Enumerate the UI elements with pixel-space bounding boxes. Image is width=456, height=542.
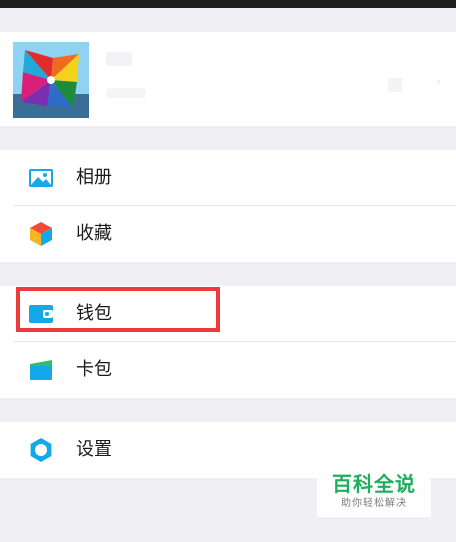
favorites-cube-icon <box>28 221 54 247</box>
menu-item-label: 卡包 <box>76 359 112 380</box>
profile-id-placeholder <box>106 88 146 98</box>
menu-item-label: 钱包 <box>76 303 112 324</box>
qr-code-icon[interactable] <box>388 78 402 92</box>
photo-album-icon <box>28 165 54 191</box>
menu-item-label: 收藏 <box>76 223 112 244</box>
menu-item-album[interactable]: 相册 <box>0 150 456 206</box>
pinwheel-icon <box>13 42 89 118</box>
chevron-right-icon: › <box>436 74 442 90</box>
wallet-icon <box>28 301 54 327</box>
status-bar <box>0 0 456 8</box>
menu-item-card-pack[interactable]: 卡包 <box>0 342 456 398</box>
pinwheel-avatar[interactable] <box>13 42 89 118</box>
menu-item-wallet[interactable]: 钱包 <box>0 286 456 342</box>
card-pack-icon <box>28 357 54 383</box>
menu-item-label: 相册 <box>76 167 112 188</box>
watermark: 百科全说 助你轻松解决 <box>317 470 431 517</box>
settings-gear-icon <box>28 437 54 463</box>
watermark-subtitle: 助你轻松解决 <box>341 498 407 509</box>
profile-name-placeholder <box>106 52 132 66</box>
watermark-title: 百科全说 <box>332 472 416 496</box>
menu-item-label: 设置 <box>76 439 112 460</box>
profile-header[interactable]: › <box>0 32 456 126</box>
menu-item-favorites[interactable]: 收藏 <box>0 206 456 262</box>
